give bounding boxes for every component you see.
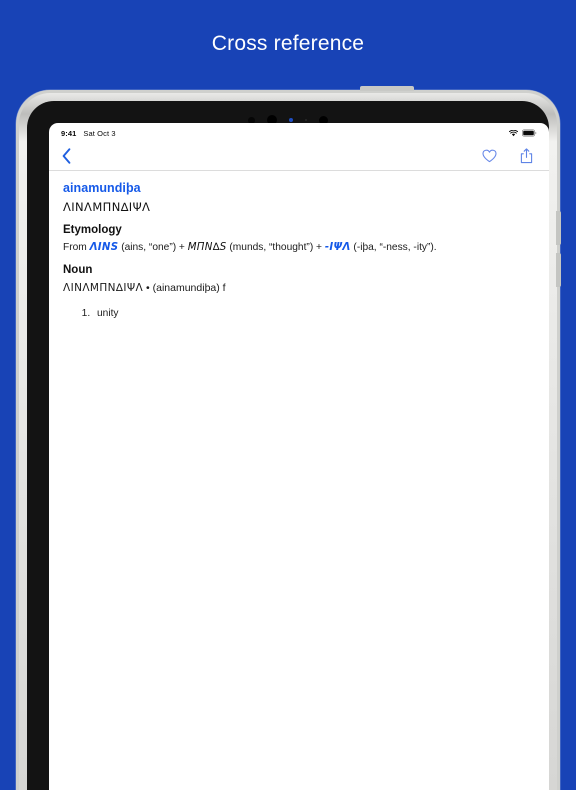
- etymology-root2: МПΝ∆S: [187, 242, 227, 253]
- status-indicators: [509, 129, 537, 137]
- noun-headword-line: ΛΙΝΛМПΝ∆ΙΨΛ • (ainamundiþa) f: [63, 279, 535, 297]
- wifi-icon: [509, 129, 518, 137]
- status-date: Sat Oct 3: [83, 128, 116, 138]
- device-screen: 9:41 Sat Oct 3 ainamundiþa ΛΙΝΛМПΝ∆ΙΨΛ E…: [49, 123, 549, 790]
- status-bar: 9:41 Sat Oct 3: [49, 123, 549, 141]
- etymology-prefix: From: [63, 242, 90, 253]
- etymology-root1-gloss: (ains, “one”) +: [118, 242, 188, 253]
- noun-gender: f: [219, 282, 226, 294]
- share-button[interactable]: [517, 146, 536, 166]
- etymology-root2-gloss: (munds, “thought”) +: [226, 242, 325, 253]
- volume-down-button[interactable]: [556, 253, 561, 287]
- etymology-suffix-link[interactable]: -IΨΛ: [325, 242, 351, 253]
- definition-list: unity: [63, 305, 535, 322]
- etymology-text: From ΛINS (ains, “one”) + МПΝ∆S (munds, …: [63, 239, 535, 257]
- device-frame: 9:41 Sat Oct 3 ainamundiþa ΛΙΝΛМПΝ∆ΙΨΛ E…: [19, 93, 561, 790]
- battery-icon: [522, 129, 537, 137]
- favorite-button[interactable]: [480, 146, 499, 166]
- back-button[interactable]: [62, 145, 82, 167]
- noun-gothic: ΛΙΝΛМПΝ∆ΙΨΛ: [63, 282, 144, 294]
- dictionary-entry: ainamundiþa ΛΙΝΛМПΝ∆ΙΨΛ Etymology From Λ…: [49, 171, 549, 322]
- etymology-root1-link[interactable]: ΛINS: [90, 242, 119, 253]
- page-title: Cross reference: [211, 32, 365, 55]
- device-bezel: 9:41 Sat Oct 3 ainamundiþa ΛΙΝΛМПΝ∆ΙΨΛ E…: [27, 101, 549, 790]
- microphone-icon: [305, 119, 307, 121]
- noun-separator: •: [143, 282, 153, 294]
- list-item: unity: [93, 305, 535, 322]
- power-button[interactable]: [360, 86, 414, 91]
- tablet-device: 9:41 Sat Oct 3 ainamundiþa ΛΙΝΛМПΝ∆ΙΨΛ E…: [16, 86, 561, 790]
- indicator-light-icon: [289, 118, 293, 122]
- entry-headword-gothic: ΛΙΝΛМПΝ∆ΙΨΛ: [63, 200, 151, 214]
- navigation-bar: [49, 141, 549, 171]
- status-time: 9:41: [61, 128, 77, 138]
- entry-headword[interactable]: ainamundiþa: [63, 179, 535, 198]
- noun-heading: Noun: [63, 264, 93, 276]
- volume-up-button[interactable]: [556, 211, 561, 245]
- noun-transliteration: (ainamundiþa): [152, 282, 220, 294]
- etymology-heading: Etymology: [63, 224, 122, 236]
- etymology-suffix-gloss: (-iþa, “-ness, -ity”).: [350, 242, 437, 253]
- navigation-actions: [480, 146, 536, 166]
